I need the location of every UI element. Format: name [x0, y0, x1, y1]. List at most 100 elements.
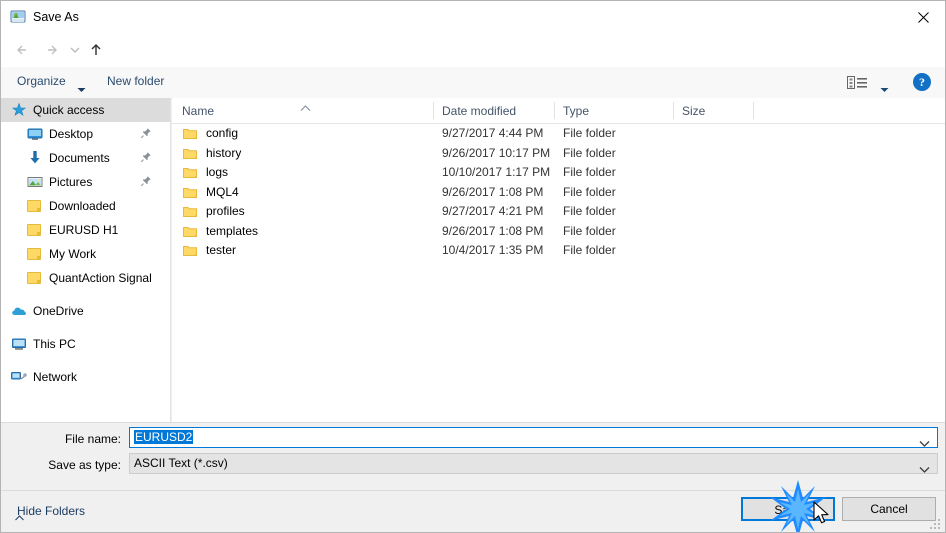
file-type-cell: File folder [563, 145, 616, 160]
sidebar-item-desktop[interactable]: Desktop [1, 122, 170, 146]
date-modified-cell: 10/10/2017 1:17 PM [442, 165, 551, 179]
file-name-cell: history [206, 145, 242, 160]
file-type-cell: File folder [563, 243, 616, 257]
sidebar-item-network[interactable]: Network [1, 365, 170, 389]
save-as-type-select[interactable]: ASCII Text (*.csv) [129, 453, 938, 474]
new-folder-button[interactable]: New folder [107, 74, 164, 88]
forward-arrow-icon[interactable] [41, 39, 63, 61]
table-row[interactable]: tester 10/4/2017 1:35 PM File folder [172, 241, 945, 262]
folder-icon [27, 246, 43, 262]
file-type-cell: File folder [563, 165, 616, 179]
back-arrow-icon[interactable] [11, 39, 33, 61]
cancel-button[interactable]: Cancel [842, 497, 936, 521]
save-button[interactable]: Save [741, 497, 835, 521]
sidebar-item-label: My Work [49, 247, 97, 261]
title-bar: Save As [1, 1, 945, 34]
date-modified-cell: 9/27/2017 4:44 PM [442, 126, 544, 140]
file-name-value[interactable]: EURUSD2 [134, 430, 194, 444]
pin-icon[interactable] [140, 151, 152, 166]
sidebar-item-downloaded[interactable]: Downloaded [1, 194, 170, 218]
file-type-cell: File folder [563, 184, 616, 199]
save-as-type-value: ASCII Text (*.csv) [134, 456, 228, 470]
resize-grip[interactable] [930, 517, 942, 529]
navigation-bar: « Roaming›MetaQuotes›Terminal›915566BA06… [1, 33, 945, 93]
column-divider[interactable] [554, 102, 555, 119]
pictures-icon [27, 174, 43, 190]
column-divider[interactable] [753, 102, 754, 119]
table-row[interactable]: logs 10/10/2017 1:17 PM File folder [172, 163, 945, 184]
pin-icon[interactable] [140, 175, 152, 190]
folder-icon [183, 244, 197, 262]
column-divider[interactable] [433, 102, 434, 119]
table-row[interactable]: profiles 9/27/2017 4:21 PM File folder [172, 202, 945, 223]
up-arrow-icon[interactable] [85, 39, 107, 61]
recent-locations-chevron-icon[interactable] [67, 39, 83, 61]
navigation-sidebar: Quick access Desktop Documents Pictures Down… [1, 98, 171, 422]
date-modified-cell: 9/26/2017 10:17 PM [442, 145, 551, 160]
sort-ascending-icon [300, 99, 311, 117]
chevron-down-icon[interactable] [919, 460, 930, 478]
sidebar-item-this-pc[interactable]: This PC [1, 332, 170, 356]
sidebar-item-quick-access[interactable]: Quick access [1, 98, 170, 122]
window-title: Save As [33, 10, 79, 24]
star-icon [11, 102, 27, 118]
sidebar-item-label: Pictures [49, 175, 93, 189]
folder-icon [183, 205, 197, 223]
file-type-cell: File folder [563, 204, 616, 218]
folder-icon [183, 166, 197, 184]
column-header-name[interactable]: Name [182, 104, 214, 118]
folder-icon [183, 186, 197, 204]
folder-icon [27, 270, 43, 286]
sidebar-item-documents[interactable]: Documents [1, 146, 170, 170]
column-header-size[interactable]: Size [682, 104, 705, 118]
pin-icon[interactable] [140, 127, 152, 142]
date-modified-cell: 9/26/2017 1:08 PM [442, 223, 544, 238]
table-row[interactable]: config 9/27/2017 4:44 PM File folder [172, 124, 945, 145]
hide-folders-button[interactable]: Hide Folders [17, 504, 85, 518]
date-modified-cell: 9/27/2017 4:21 PM [442, 204, 544, 218]
column-divider[interactable] [673, 102, 674, 119]
table-row[interactable]: templates 9/26/2017 1:08 PM File folder [172, 222, 945, 243]
sidebar-item-eurusd-h1[interactable]: EURUSD H1 [1, 218, 170, 242]
folder-icon [183, 225, 197, 243]
sidebar-item-pictures[interactable]: Pictures [1, 170, 170, 194]
file-name-input[interactable]: EURUSD2 [129, 427, 938, 448]
toolbar: Organize New folder ? [1, 67, 945, 99]
view-chevron-down-icon[interactable] [880, 80, 889, 98]
table-row[interactable]: history 9/26/2017 10:17 PM File folder [172, 144, 945, 164]
organize-button[interactable]: Organize [17, 74, 66, 88]
folder-icon [27, 222, 43, 238]
date-modified-cell: 10/4/2017 1:35 PM [442, 243, 544, 257]
help-button[interactable]: ? [913, 73, 931, 91]
chevron-down-icon[interactable] [77, 80, 86, 98]
view-options-icon[interactable] [847, 75, 875, 91]
file-name-cell: config [206, 126, 239, 140]
folder-icon [183, 127, 197, 145]
file-name-cell: templates [206, 223, 259, 238]
chevron-down-icon[interactable] [919, 434, 930, 452]
help-label: ? [919, 75, 925, 89]
sidebar-item-label: Documents [49, 151, 110, 165]
column-header-date-modified[interactable]: Date modified [442, 104, 516, 118]
sidebar-item-label: EURUSD H1 [49, 223, 119, 237]
file-rows: config 9/27/2017 4:44 PM File folder histor… [172, 124, 945, 262]
table-row[interactable]: MQL4 9/26/2017 1:08 PM File folder [172, 183, 945, 204]
sidebar-item-my-work[interactable]: My Work [1, 242, 170, 266]
sidebar-item-quantaction-signal[interactable]: QuantAction Signal [1, 266, 170, 290]
desktop-icon [27, 126, 43, 142]
file-type-cell: File folder [563, 223, 616, 238]
column-header-type[interactable]: Type [563, 104, 589, 118]
sidebar-item-label: QuantAction Signal [49, 271, 152, 285]
sidebar-item-label: Network [33, 370, 78, 384]
close-button[interactable] [901, 1, 945, 32]
sidebar-item-onedrive[interactable]: OneDrive [1, 299, 170, 323]
sidebar-item-label: Desktop [49, 127, 94, 141]
documents-download-icon [27, 150, 43, 166]
sidebar-item-label: Quick access [33, 103, 105, 117]
file-list: Name Date modified Type Size config 9/27/201… [172, 98, 945, 422]
column-header-row: Name Date modified Type Size [172, 98, 945, 124]
folder-icon [27, 198, 43, 214]
